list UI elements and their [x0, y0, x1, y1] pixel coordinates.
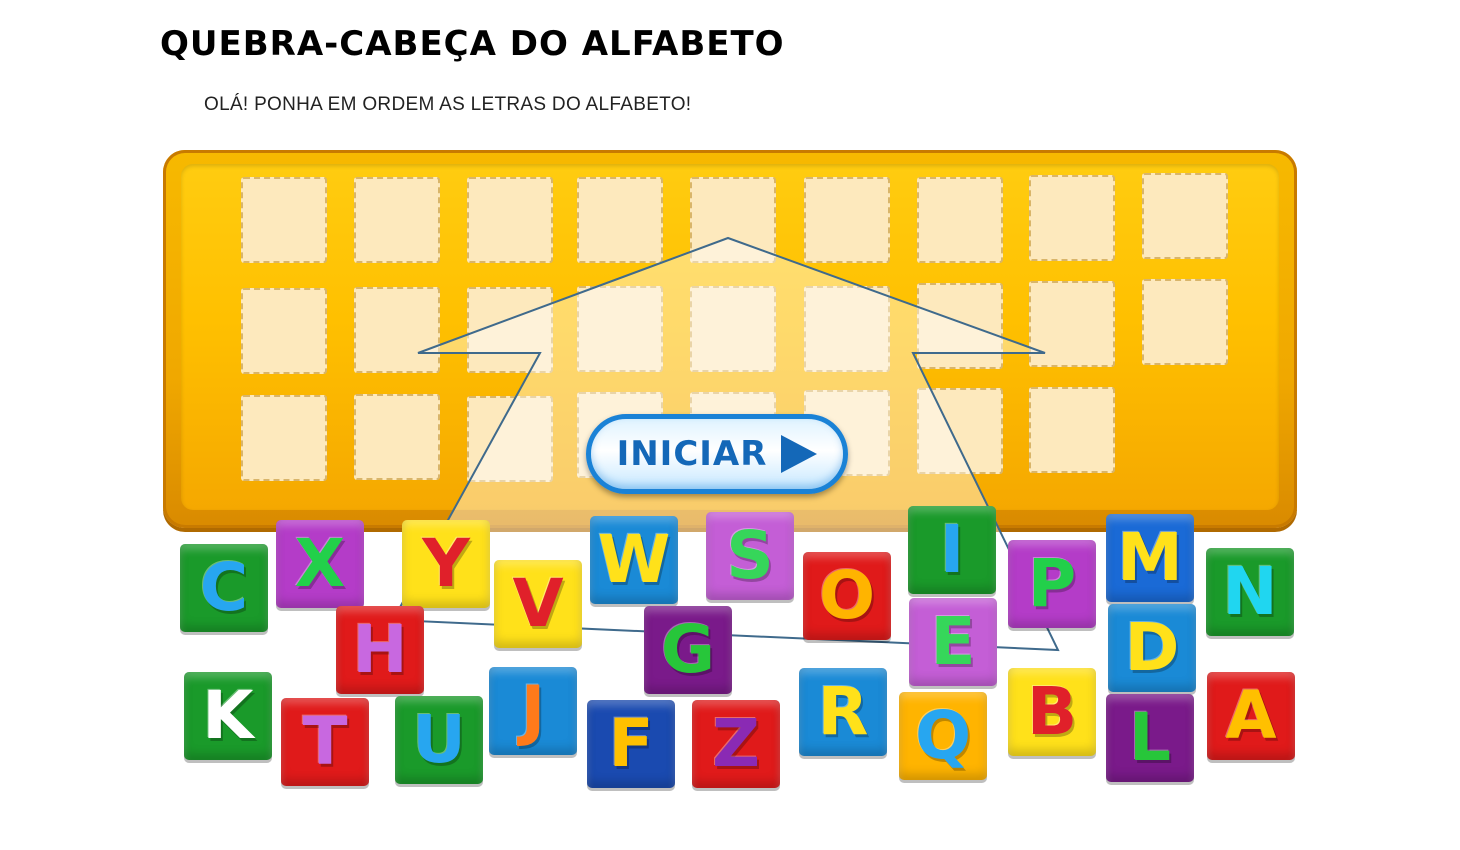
letter-slot[interactable] [241, 395, 327, 481]
letter-tile-label: Z [712, 705, 760, 782]
letter-slot[interactable] [354, 177, 440, 263]
letter-tile-g[interactable]: G [644, 606, 732, 694]
letter-tile-label: W [597, 521, 671, 598]
letter-slot[interactable] [241, 177, 327, 263]
start-button-label: INICIAR [616, 434, 768, 474]
letter-tile-label: D [1124, 609, 1180, 686]
letter-tile-f[interactable]: F [587, 700, 675, 788]
letter-tile-label: Q [914, 697, 972, 774]
letter-tile-l[interactable]: L [1106, 694, 1194, 782]
letter-tile-label: E [930, 603, 976, 680]
letter-tile-v[interactable]: V [494, 560, 582, 648]
letter-slot[interactable] [354, 394, 440, 480]
letter-tile-s[interactable]: S [706, 512, 794, 600]
letter-slot[interactable] [1142, 173, 1228, 259]
letter-slot[interactable] [467, 287, 553, 373]
letter-slot[interactable] [241, 288, 327, 374]
start-button[interactable]: INICIAR [586, 414, 848, 494]
letter-tile-label: B [1026, 673, 1078, 750]
letter-tile-label: J [520, 672, 546, 749]
letter-tile-label: X [294, 525, 346, 602]
letter-slot[interactable] [917, 388, 1003, 474]
letter-slot[interactable] [467, 177, 553, 263]
letter-slot[interactable] [917, 283, 1003, 369]
letter-tile-u[interactable]: U [395, 696, 483, 784]
letter-tile-label: A [1225, 677, 1277, 754]
letter-tile-n[interactable]: N [1206, 548, 1294, 636]
letter-tile-i[interactable]: I [908, 506, 996, 594]
letter-tile-label: K [202, 677, 254, 754]
letter-tile-w[interactable]: W [590, 516, 678, 604]
letter-slot[interactable] [690, 286, 776, 372]
letter-tile-label: U [412, 701, 466, 778]
letter-tile-label: P [1027, 545, 1077, 622]
letter-tile-j[interactable]: J [489, 667, 577, 755]
letter-tile-label: H [352, 611, 408, 688]
letter-tile-label: R [817, 673, 869, 750]
letter-tile-label: N [1222, 553, 1278, 630]
letter-tile-e[interactable]: E [909, 598, 997, 686]
letter-tile-h[interactable]: H [336, 606, 424, 694]
letter-tile-a[interactable]: A [1207, 672, 1295, 760]
letter-tile-c[interactable]: C [180, 544, 268, 632]
letter-tile-label: G [660, 611, 716, 688]
letter-slot[interactable] [577, 286, 663, 372]
letter-tile-label: O [818, 557, 876, 634]
letter-slot[interactable] [917, 177, 1003, 263]
letter-tile-r[interactable]: R [799, 668, 887, 756]
letter-slot[interactable] [354, 287, 440, 373]
letter-slot[interactable] [577, 177, 663, 263]
letter-slot[interactable] [467, 396, 553, 482]
letter-tile-label: Y [422, 525, 470, 602]
letter-tile-b[interactable]: B [1008, 668, 1096, 756]
letter-tile-label: I [939, 511, 965, 588]
letter-slot[interactable] [1029, 281, 1115, 367]
letter-tile-d[interactable]: D [1108, 604, 1196, 692]
letter-slot[interactable] [804, 177, 890, 263]
letter-tile-y[interactable]: Y [402, 520, 490, 608]
letter-tile-q[interactable]: Q [899, 692, 987, 780]
play-icon [781, 435, 818, 473]
letter-tile-label: S [726, 517, 774, 594]
letter-tile-label: T [302, 703, 348, 780]
letter-tile-z[interactable]: Z [692, 700, 780, 788]
letter-tile-label: V [512, 565, 564, 642]
letter-tile-o[interactable]: O [803, 552, 891, 640]
letter-tile-label: M [1117, 519, 1183, 596]
letter-tile-p[interactable]: P [1008, 540, 1096, 628]
letter-tile-k[interactable]: K [184, 672, 272, 760]
letter-slot[interactable] [1029, 387, 1115, 473]
letter-slot[interactable] [1142, 279, 1228, 365]
letter-slot[interactable] [690, 177, 776, 263]
letter-slot[interactable] [804, 286, 890, 372]
page-title: QUEBRA-CABEÇA DO ALFABETO [160, 24, 785, 64]
letter-slot[interactable] [1029, 175, 1115, 261]
letter-tile-label: L [1128, 699, 1172, 776]
letter-tile-t[interactable]: T [281, 698, 369, 786]
instructions-text: OLÁ! PONHA EM ORDEM AS LETRAS DO ALFABET… [204, 94, 692, 115]
letter-tile-label: C [199, 549, 249, 626]
letter-tile-label: F [608, 705, 654, 782]
letter-tile-m[interactable]: M [1106, 514, 1194, 602]
letter-tile-x[interactable]: X [276, 520, 364, 608]
